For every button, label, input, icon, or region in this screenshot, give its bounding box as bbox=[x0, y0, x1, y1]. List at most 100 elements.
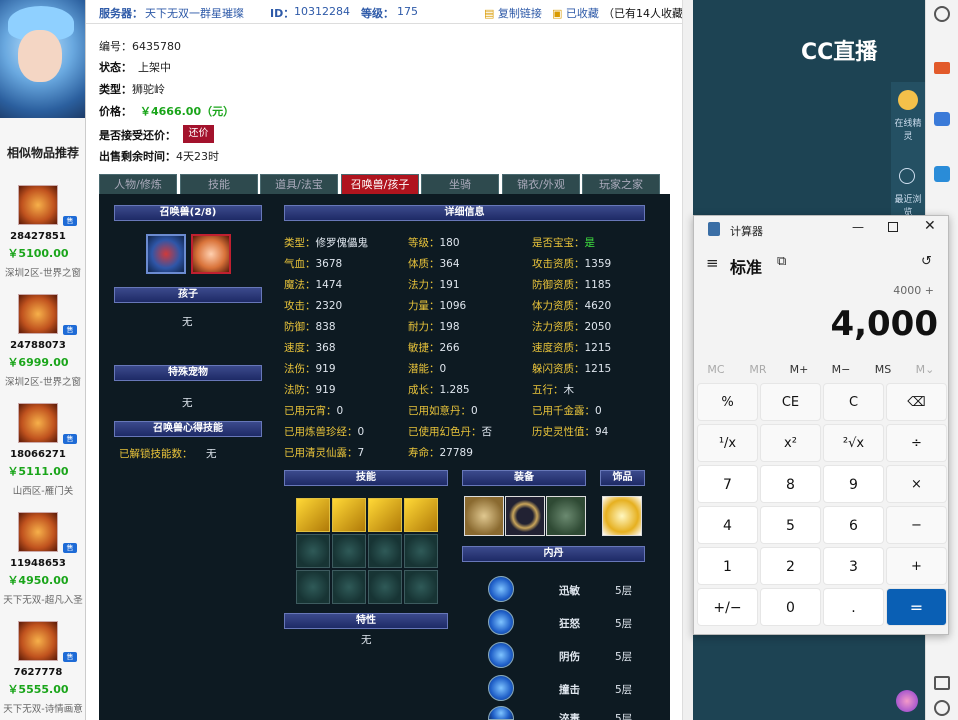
hamburger-menu-icon[interactable]: ≡ bbox=[706, 254, 719, 272]
online-spirit-label[interactable]: 在线精灵 bbox=[893, 116, 923, 142]
cc-live-panel-bottom bbox=[693, 630, 925, 720]
neidan-icon[interactable] bbox=[488, 609, 514, 635]
folder-icon: ▣ bbox=[552, 7, 563, 20]
memory-add-button[interactable]: M+ bbox=[779, 363, 819, 376]
clock-icon[interactable] bbox=[899, 168, 915, 184]
pet-portrait[interactable] bbox=[191, 234, 231, 274]
item-price: ￥5100.00 bbox=[7, 247, 69, 260]
zero-key[interactable]: 0 bbox=[760, 588, 821, 626]
minimize-button[interactable]: — bbox=[852, 220, 864, 234]
pet-thumbnail[interactable]: 售 bbox=[18, 512, 77, 553]
sale-tag: 售 bbox=[63, 325, 77, 335]
tab-mounts[interactable]: 坐骑 bbox=[421, 174, 499, 194]
clear-entry-key[interactable]: CE bbox=[760, 383, 821, 421]
counter-offer-button[interactable]: 还价 bbox=[183, 125, 214, 143]
clear-key[interactable]: C bbox=[823, 383, 884, 421]
item-id: 24788073 bbox=[10, 340, 66, 351]
neidan-icon[interactable] bbox=[488, 576, 514, 602]
empty-skill-slot bbox=[368, 534, 402, 568]
three-key[interactable]: 3 bbox=[823, 547, 884, 585]
six-key[interactable]: 6 bbox=[823, 506, 884, 544]
external-link-icon[interactable] bbox=[934, 676, 950, 690]
eight-key[interactable]: 8 bbox=[760, 465, 821, 503]
backspace-key[interactable]: ⌫ bbox=[886, 383, 947, 421]
page-scrollbar[interactable] bbox=[682, 0, 693, 720]
pet-thumbnail[interactable]: 售 bbox=[18, 294, 77, 335]
neidan-icon[interactable] bbox=[488, 706, 514, 720]
settings-icon[interactable] bbox=[934, 700, 950, 716]
office-icon[interactable] bbox=[934, 166, 950, 182]
brain-icon[interactable] bbox=[896, 690, 918, 712]
percent-key[interactable]: % bbox=[697, 383, 758, 421]
similar-item[interactable]: 售 28427851 ￥5100.00 深圳2区-世界之窗 bbox=[0, 185, 85, 293]
pet-portrait[interactable] bbox=[146, 234, 186, 274]
nine-key[interactable]: 9 bbox=[823, 465, 884, 503]
seven-key[interactable]: 7 bbox=[697, 465, 758, 503]
keep-on-top-icon[interactable]: ⧉ bbox=[777, 254, 786, 269]
pet-thumbnail[interactable]: 售 bbox=[18, 185, 77, 226]
square-root-key[interactable]: ²√x bbox=[823, 424, 884, 462]
skill-grid bbox=[294, 496, 439, 606]
detail-value: 838 bbox=[315, 321, 336, 333]
one-key[interactable]: 1 bbox=[697, 547, 758, 585]
reciprocal-key[interactable]: ¹/x bbox=[697, 424, 758, 462]
pet-thumbnail[interactable]: 售 bbox=[18, 621, 77, 662]
maximize-button[interactable] bbox=[888, 222, 898, 232]
five-key[interactable]: 5 bbox=[760, 506, 821, 544]
similar-item[interactable]: 售 18066271 ￥5111.00 山西区-雁门关 bbox=[0, 403, 85, 511]
memory-store-button[interactable]: MS bbox=[863, 363, 903, 376]
detail-value: 0 bbox=[357, 426, 365, 438]
minus-key[interactable]: − bbox=[886, 506, 947, 544]
equip-slot-armor[interactable] bbox=[546, 496, 586, 536]
tab-items[interactable]: 道具/法宝 bbox=[260, 174, 338, 194]
tab-character[interactable]: 人物/修炼 bbox=[99, 174, 177, 194]
detail-label: 已用元宵：0 bbox=[284, 405, 344, 417]
skill-slot[interactable] bbox=[296, 498, 330, 532]
neidan-icon[interactable] bbox=[488, 642, 514, 668]
plus-key[interactable]: + bbox=[886, 547, 947, 585]
cc-live-panel: CC直播 在线精灵 最近浏览 bbox=[693, 0, 925, 215]
decimal-key[interactable]: . bbox=[823, 588, 884, 626]
recent-browse-label[interactable]: 最近浏览 bbox=[893, 192, 923, 215]
briefcase-icon[interactable] bbox=[934, 62, 950, 74]
equals-key[interactable]: = bbox=[886, 588, 947, 626]
detail-label: 耐力：198 bbox=[408, 321, 460, 333]
accessory-slot-wings[interactable] bbox=[602, 496, 642, 536]
empty-skill-slot bbox=[296, 570, 330, 604]
equip-slot-ring[interactable] bbox=[505, 496, 545, 536]
square-key[interactable]: x² bbox=[760, 424, 821, 462]
multiply-key[interactable]: × bbox=[886, 465, 947, 503]
memory-list-button[interactable]: M⌄ bbox=[905, 363, 945, 376]
tab-home[interactable]: 玩家之家 bbox=[582, 174, 660, 194]
neidan-level: 5层 bbox=[615, 651, 633, 663]
neidan-icon[interactable] bbox=[488, 675, 514, 701]
memory-recall-button[interactable]: MR bbox=[738, 363, 778, 376]
clock-icon[interactable] bbox=[934, 6, 950, 22]
equip-slot-bracer[interactable] bbox=[464, 496, 504, 536]
skill-slot[interactable] bbox=[368, 498, 402, 532]
similar-item[interactable]: 售 7627778 ￥5555.00 天下无双-诗情画意 bbox=[0, 621, 85, 720]
four-key[interactable]: 4 bbox=[697, 506, 758, 544]
detail-value: 1185 bbox=[584, 279, 612, 291]
tab-outfits[interactable]: 锦衣/外观 bbox=[502, 174, 580, 194]
favorite-button[interactable]: ▣ 已收藏 bbox=[552, 5, 599, 21]
tab-pets[interactable]: 召唤兽/孩子 bbox=[341, 174, 419, 194]
history-icon[interactable]: ↺ bbox=[921, 254, 932, 269]
similar-item[interactable]: 售 24788073 ￥6999.00 深圳2区-世界之窗 bbox=[0, 294, 85, 402]
person-icon[interactable] bbox=[934, 112, 950, 126]
divide-key[interactable]: ÷ bbox=[886, 424, 947, 462]
skill-slot[interactable] bbox=[404, 498, 438, 532]
similar-item[interactable]: 售 11948653 ￥4950.00 天下无双-超凡入圣 bbox=[0, 512, 85, 620]
detail-value: 191 bbox=[439, 279, 460, 291]
negate-key[interactable]: +/− bbox=[697, 588, 758, 626]
two-key[interactable]: 2 bbox=[760, 547, 821, 585]
smiley-icon[interactable] bbox=[898, 90, 918, 110]
close-button[interactable]: ✕ bbox=[924, 218, 936, 234]
memory-clear-button[interactable]: MC bbox=[696, 363, 736, 376]
tab-skills[interactable]: 技能 bbox=[180, 174, 258, 194]
skill-slot[interactable] bbox=[332, 498, 366, 532]
copy-link-button[interactable]: ▤ 复制链接 bbox=[484, 5, 542, 21]
detail-label: 法力资质：2050 bbox=[532, 321, 612, 333]
memory-subtract-button[interactable]: M− bbox=[821, 363, 861, 376]
pet-thumbnail[interactable]: 售 bbox=[18, 403, 77, 444]
